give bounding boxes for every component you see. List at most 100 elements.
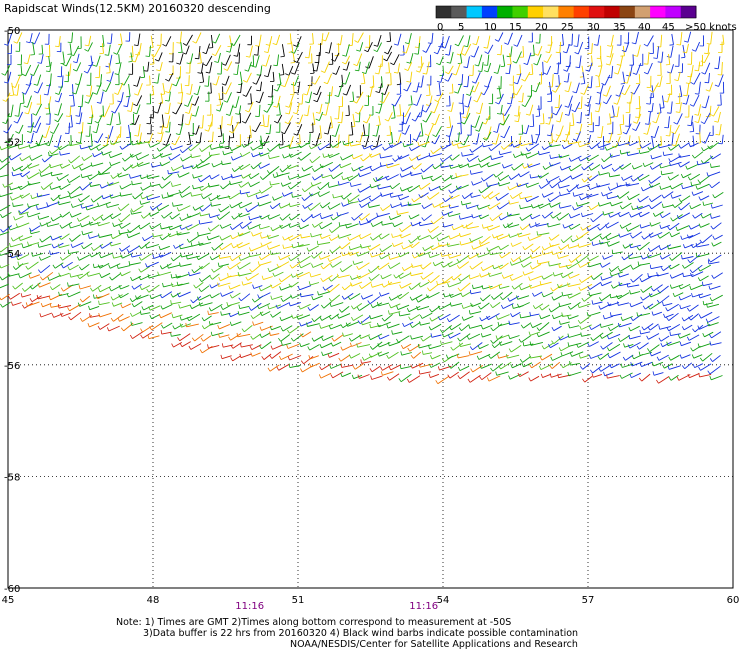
wind-barb <box>604 74 611 86</box>
wind-barb <box>472 342 483 351</box>
wind-barb <box>37 205 50 210</box>
wind-barb <box>551 234 560 241</box>
wind-barb <box>303 355 314 365</box>
wind-barb <box>680 305 691 310</box>
wind-barb <box>479 155 492 163</box>
wind-barb <box>601 276 613 281</box>
wind-barb <box>262 171 273 180</box>
wind-barb <box>551 74 554 88</box>
wind-barb <box>509 183 522 191</box>
wind-barb <box>359 374 370 379</box>
wind-barb <box>388 62 390 73</box>
wind-barb <box>378 63 382 75</box>
wind-barb <box>480 302 490 310</box>
wind-barb <box>493 233 504 239</box>
wind-barb <box>362 124 366 136</box>
wind-barb <box>498 32 504 42</box>
wind-barb <box>516 34 523 47</box>
wind-barb <box>521 92 524 103</box>
wind-barb <box>541 304 550 311</box>
wind-barb <box>90 133 93 147</box>
wind-barb <box>482 264 494 272</box>
wind-barb <box>291 41 294 52</box>
wind-barb <box>651 201 663 210</box>
longitude-labels: 45 48 51 54 57 60 <box>2 595 740 606</box>
wind-barb <box>14 75 21 88</box>
wind-barb <box>378 321 391 328</box>
wind-barb <box>581 275 593 283</box>
wind-barb <box>393 54 400 66</box>
wind-barb <box>69 63 72 76</box>
wind-barb <box>549 195 560 203</box>
wind-barb <box>289 355 302 361</box>
wind-barb <box>259 261 272 266</box>
wind-barb <box>240 353 252 359</box>
wind-barb <box>449 254 462 259</box>
wind-barb <box>688 334 700 341</box>
wind-barb <box>261 185 273 194</box>
wind-barb <box>120 214 131 223</box>
wind-barb <box>380 155 393 159</box>
wind-barb <box>496 123 500 133</box>
wind-barb <box>260 163 270 169</box>
wind-barb <box>300 262 311 269</box>
wind-barb <box>101 43 104 54</box>
wind-barb <box>520 205 532 210</box>
wind-barb <box>4 182 14 188</box>
wind-barb <box>120 33 123 45</box>
wind-barb <box>625 123 632 135</box>
wind-barb <box>253 285 263 289</box>
wind-barb <box>136 76 141 87</box>
wind-barb <box>474 115 481 128</box>
wind-barb <box>518 302 530 308</box>
wind-barb <box>663 302 673 307</box>
wind-barb <box>584 376 593 383</box>
wind-barb <box>292 293 302 299</box>
legend-label: 40 <box>638 22 651 33</box>
wind-barb <box>350 143 361 147</box>
wind-barb <box>689 372 700 379</box>
wind-barb <box>99 285 112 293</box>
wind-barb <box>684 362 693 370</box>
wind-barb <box>469 374 481 383</box>
wind-barb <box>138 43 142 56</box>
wind-barb <box>128 245 140 253</box>
wind-barb <box>110 33 113 44</box>
wind-barb <box>98 201 111 207</box>
wind-barb <box>362 73 366 84</box>
wind-barb <box>640 211 650 218</box>
wind-barb <box>531 63 534 75</box>
wind-barb <box>376 135 380 148</box>
wind-barb <box>290 301 301 307</box>
wind-barb <box>543 144 553 151</box>
wind-barb <box>124 153 134 162</box>
wind-barb <box>147 61 150 72</box>
wind-barb <box>316 85 321 95</box>
wind-barb <box>173 204 183 207</box>
wind-barb <box>41 164 52 173</box>
wind-barb <box>471 302 482 308</box>
wind-barb <box>591 142 601 150</box>
wind-barb <box>532 322 542 329</box>
wind-barb <box>606 94 612 105</box>
wind-barb <box>308 245 320 252</box>
wind-barb <box>467 96 472 108</box>
wind-barb <box>81 164 93 171</box>
wind-barb <box>569 292 581 299</box>
wind-barb <box>548 81 552 94</box>
wind-barb <box>569 325 580 329</box>
wind-barb <box>420 182 431 190</box>
wind-barb <box>99 312 112 318</box>
wind-barb <box>382 222 393 226</box>
wind-barb <box>472 181 483 186</box>
wind-barb <box>232 121 240 134</box>
legend-swatch <box>604 6 621 18</box>
wind-barb <box>483 174 494 182</box>
wind-barb <box>171 334 181 337</box>
wind-barb <box>273 196 283 201</box>
wind-barb <box>27 301 40 307</box>
wind-barb <box>448 213 461 217</box>
wind-barb <box>341 111 344 123</box>
wind-barb <box>412 362 424 369</box>
wind-barb <box>423 163 434 173</box>
